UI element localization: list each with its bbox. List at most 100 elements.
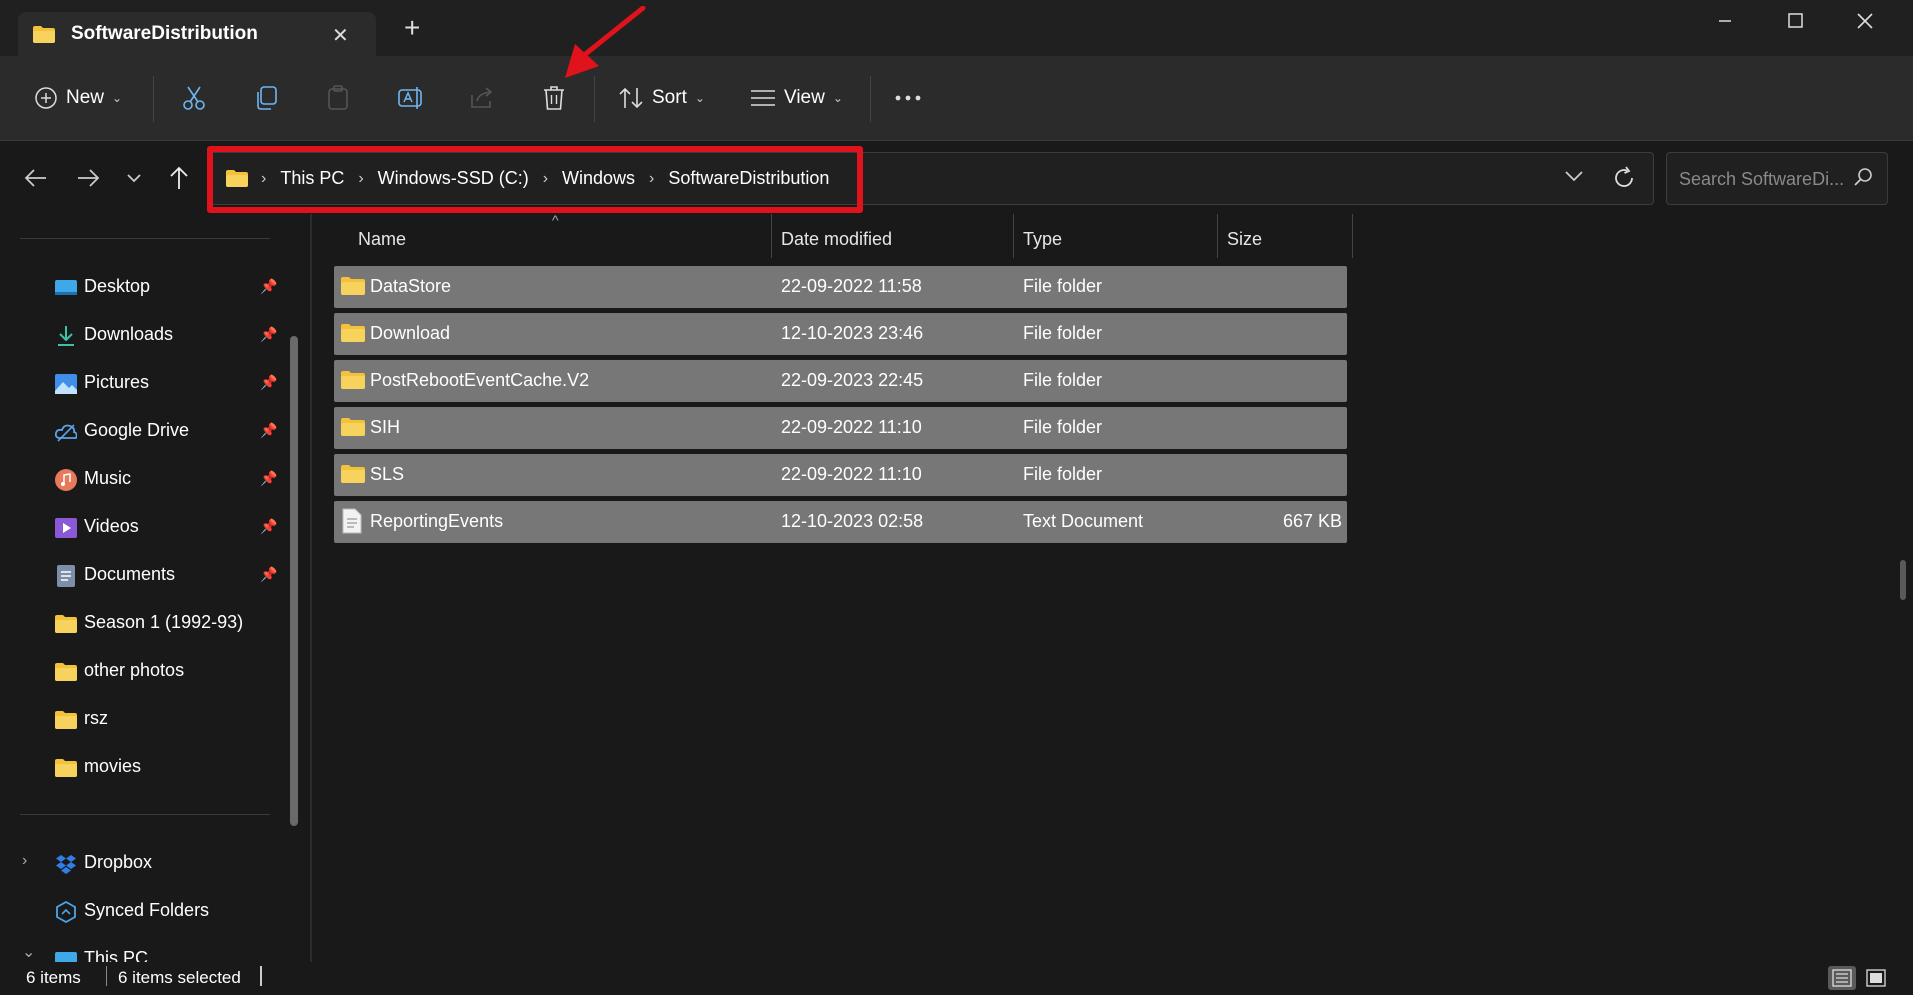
cut-button[interactable] [181,56,207,140]
maximize-button[interactable] [1765,6,1825,36]
minimize-button[interactable] [1695,6,1755,36]
close-icon [1857,13,1873,29]
download-icon [58,326,74,346]
file-name: DataStore [370,276,452,296]
sidebar-item-videos[interactable]: Videos 📌 [0,506,290,550]
view-icon [751,90,775,106]
recent-locations-button[interactable] [126,141,142,214]
up-button[interactable] [168,141,190,214]
column-divider[interactable] [1013,214,1014,258]
sidebar-item-dropbox[interactable]: › Dropbox [0,842,290,886]
copy-button[interactable] [253,56,279,140]
sidebar-item-desktop[interactable]: Desktop 📌 [0,266,290,310]
paste-button[interactable] [325,56,351,140]
toolbar-divider [153,76,154,122]
sidebar-item-downloads[interactable]: Downloads 📌 [0,314,290,358]
sidebar-item-label: Downloads [84,324,174,344]
refresh-button[interactable] [1612,166,1636,195]
file-type: File folder [1023,276,1103,296]
sort-label: Sort [652,87,687,108]
chevron-down-icon[interactable]: ⌄ [22,942,35,962]
sidebar-item-season-1[interactable]: Season 1 (1992-93) [0,602,290,646]
close-window-button[interactable] [1835,6,1895,36]
content-scrollbar[interactable] [1900,560,1906,600]
pin-icon: 📌 [260,374,278,390]
address-history-button[interactable] [1564,169,1584,188]
file-date: 22-09-2022 11:10 [781,464,922,484]
sidebar-item-pictures[interactable]: Pictures 📌 [0,362,290,406]
share-button[interactable] [469,56,495,140]
sidebar-item-other-photos[interactable]: other photos [0,650,290,694]
rename-button[interactable] [397,56,425,140]
folder-icon [32,25,56,49]
sidebar-divider [20,238,270,239]
file-name: Download [370,323,451,343]
sidebar-item-music[interactable]: Music 📌 [0,458,290,502]
sidebar-item-google-drive[interactable]: Google Drive 📌 [0,410,290,454]
arrow-up-icon [170,166,188,189]
pin-icon: 📌 [260,518,278,534]
tab-softwaredistribution[interactable]: SoftwareDistribution ✕ [18,12,376,56]
file-row[interactable]: PostRebootEventCache.V2 22-09-2023 22:45… [334,360,1347,402]
arrow-left-icon [24,168,46,187]
column-header-name[interactable]: Name [358,214,406,264]
file-row[interactable]: ReportingEvents 12-10-2023 02:58 Text Do… [334,501,1347,543]
more-options-button[interactable] [894,56,922,140]
sidebar-scrollbar[interactable] [290,336,298,826]
documents-icon [57,565,75,587]
new-label: New [66,87,105,108]
sidebar-item-label: Videos [84,516,139,536]
selected-count: 6 items selected [118,968,241,987]
forward-button[interactable] [76,141,100,214]
close-tab-icon[interactable]: ✕ [332,23,349,48]
chevron-right-icon[interactable]: › [22,852,27,870]
column-header-type[interactable]: Type [1023,214,1062,264]
sidebar-item-label: Google Drive [84,420,190,440]
sidebar-item-movies[interactable]: movies [0,746,290,790]
toolbar-divider [870,76,871,122]
desktop-icon [55,280,77,295]
video-icon [55,518,77,538]
tab-title: SoftwareDistribution [71,23,258,44]
rename-icon [398,87,422,109]
back-button[interactable] [24,141,48,214]
sidebar-item-rsz[interactable]: rsz [0,698,290,742]
scissors-icon [183,86,205,110]
copy-icon [257,86,277,110]
pictures-icon [55,374,77,394]
folder-icon [55,759,77,777]
folder-icon [341,277,365,295]
folder-icon [341,465,365,483]
tiles-view-button[interactable] [1862,966,1890,990]
details-view-button[interactable] [1828,966,1856,990]
new-tab-button[interactable]: + [404,14,420,42]
folder-icon [341,418,365,436]
sidebar-item-documents[interactable]: Documents 📌 [0,554,290,598]
pane-divider[interactable] [310,214,312,962]
file-name: ReportingEvents [370,511,504,531]
column-header-size[interactable]: Size [1227,214,1262,264]
new-button[interactable]: New ⌄ [34,56,122,140]
file-row[interactable]: SLS 22-09-2022 11:10 File folder [334,454,1347,496]
view-button[interactable]: View ⌄ [750,56,843,140]
refresh-icon [1615,166,1633,187]
column-divider[interactable] [1217,214,1218,258]
minimize-icon [1719,20,1731,22]
sidebar-item-synced-folders[interactable]: Synced Folders [0,890,290,934]
column-divider[interactable] [1352,214,1353,258]
column-header-date[interactable]: Date modified [781,214,892,264]
search-input[interactable] [1677,165,1851,193]
folder-icon [341,324,365,342]
status-divider [106,966,107,986]
annotation-arrow [565,6,646,78]
trash-icon [544,86,564,110]
file-row[interactable]: DataStore 22-09-2022 11:58 File folder [334,266,1347,308]
navigation-pane: Desktop 📌 Downloads 📌 Pictures 📌 Google … [0,214,310,962]
file-row[interactable]: SIH 22-09-2022 11:10 File folder [334,407,1347,449]
sidebar-item-this-pc[interactable]: ⌄ This PC [0,938,290,962]
pin-icon: 📌 [260,278,278,294]
column-divider[interactable] [771,214,772,258]
sidebar-item-label: Music [84,468,132,488]
search-box[interactable] [1666,152,1888,205]
file-row[interactable]: Download 12-10-2023 23:46 File folder [334,313,1347,355]
